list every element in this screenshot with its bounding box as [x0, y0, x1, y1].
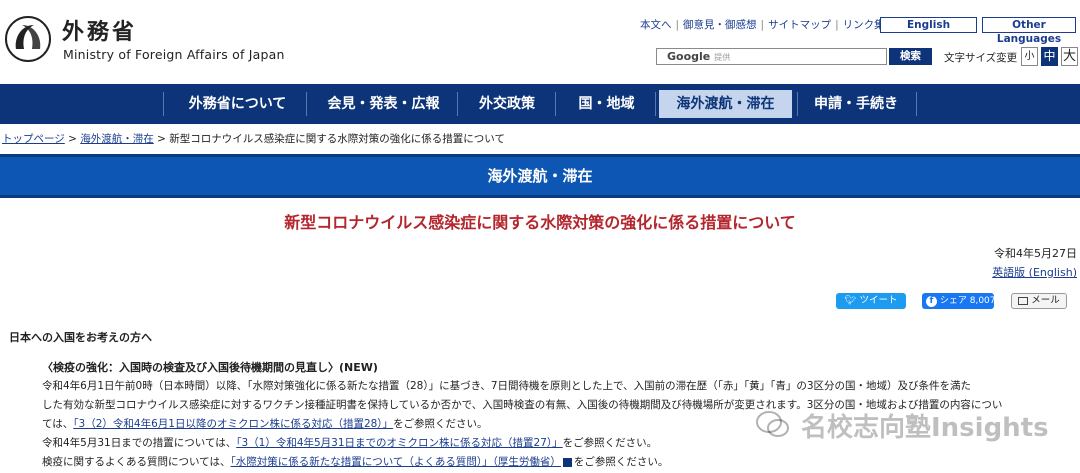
facebook-share-label: シェア 8,007	[939, 296, 994, 306]
nav-item-travel[interactable]: 海外渡航・滞在	[659, 90, 792, 118]
util-separator: |	[675, 18, 680, 31]
twitter-bird-icon: 🐦︎	[844, 295, 857, 306]
nav-separator	[163, 92, 164, 116]
nav-item-policy[interactable]: 外交政策	[462, 90, 552, 118]
util-link-links[interactable]: リンク集	[843, 17, 885, 32]
breadcrumb-current: 新型コロナウイルス感染症に関する水際対策の強化に係る措置について	[169, 133, 505, 145]
nav-item-applications[interactable]: 申請・手続き	[800, 90, 912, 118]
paragraph-text: 令和4年5月31日までの措置については、	[42, 437, 237, 449]
section-banner: 海外渡航・滞在	[0, 154, 1080, 198]
paragraph-text: ては、	[42, 418, 74, 430]
nav-item-about[interactable]: 外務省について	[170, 90, 305, 118]
utility-links: 本文へ | 御意見・御感想 | サイトマップ | リンク集	[640, 17, 885, 32]
util-separator: |	[760, 18, 765, 31]
measures-27-link[interactable]: 「3（1）令和4年5月31日までのオミクロン株に係る対応（措置27）」	[236, 437, 562, 449]
mail-icon	[1018, 296, 1029, 305]
mail-share-button[interactable]: メール	[1011, 293, 1067, 309]
tweet-label: ツイート	[859, 295, 898, 306]
nav-item-regions[interactable]: 国・地域	[560, 90, 653, 118]
external-link-icon	[562, 457, 572, 467]
paragraph-text: をご参照ください。	[573, 456, 669, 468]
paragraph-line: 令和4年6月1日午前0時（日本時間）以降、「水際対策強化に係る新たな措置（28）…	[42, 380, 972, 392]
site-header: 外務省 Ministry of Foreign Affairs of Japan…	[0, 0, 1080, 84]
facebook-icon: f	[926, 296, 937, 307]
mofa-emblem-icon[interactable]	[4, 15, 52, 63]
measures-28-link[interactable]: 「3（2）令和4年6月1日以降のオミクロン株に係る対応（措置28）」	[73, 418, 393, 430]
nav-separator	[306, 92, 307, 116]
watermark: 名校志向塾Insights	[755, 405, 1049, 445]
fontsize-large-button[interactable]: 大	[1061, 47, 1078, 66]
search-input[interactable]: Google 提供	[656, 48, 887, 65]
breadcrumb: トップページ > 海外渡航・滞在 > 新型コロナウイルス感染症に関する水際対策の…	[2, 131, 505, 146]
nav-separator	[916, 92, 917, 116]
util-link-feedback[interactable]: 御意見・御感想	[683, 17, 757, 32]
breadcrumb-section[interactable]: 海外渡航・滞在	[80, 133, 154, 145]
fontsize-label: 文字サイズ変更	[944, 52, 1018, 64]
fontsize-small-button[interactable]: 小	[1021, 47, 1038, 66]
publish-date: 令和4年5月27日	[994, 247, 1077, 260]
facebook-share-button[interactable]: f シェア 8,007	[922, 293, 994, 309]
nav-item-press[interactable]: 会見・発表・広報	[312, 90, 455, 118]
google-brand: Google	[667, 50, 711, 63]
paragraph-text: をご参照ください。	[393, 418, 488, 430]
watermark-text: 名校志向塾Insights	[801, 412, 1049, 443]
breadcrumb-separator: >	[153, 133, 170, 145]
content-section-heading: 〈検疫の強化：入国時の検査及び入国後待機期間の見直し〉(NEW)	[42, 361, 378, 374]
util-separator: |	[835, 18, 839, 31]
paragraph-text: をご参照ください。	[562, 437, 658, 449]
fontsize-medium-button[interactable]: 中	[1041, 47, 1058, 66]
nav-separator	[797, 92, 798, 116]
site-title[interactable]: 外務省	[62, 14, 137, 46]
util-link-sitemap[interactable]: サイトマップ	[768, 17, 831, 32]
other-languages-button[interactable]: Other Languages	[982, 17, 1076, 45]
nav-separator	[655, 92, 656, 116]
paragraph-line: ては、「3（2）令和4年6月1日以降のオミクロン株に係る対応（措置28）」をご参…	[42, 416, 488, 431]
english-button[interactable]: English	[880, 17, 977, 33]
search-provider-label: 提供	[714, 53, 731, 62]
global-nav: 外務省について 会見・発表・広報 外交政策 国・地域 海外渡航・滞在 申請・手続…	[0, 84, 1080, 124]
paragraph-line: 令和4年5月31日までの措置については、「3（1）令和4年5月31日までのオミク…	[42, 435, 657, 450]
breadcrumb-home[interactable]: トップページ	[2, 133, 65, 145]
nav-separator	[457, 92, 458, 116]
search-button[interactable]: 検索	[889, 48, 932, 65]
wechat-icon	[756, 411, 789, 437]
page-title: 新型コロナウイルス感染症に関する水際対策の強化に係る措置について	[284, 213, 796, 232]
nav-separator	[555, 92, 556, 116]
util-link-main[interactable]: 本文へ	[640, 17, 672, 32]
content-subhead: 日本への入国をお考えの方へ	[9, 331, 152, 344]
paragraph-line: 検疫に関するよくある質問については、「水際対策に係る新たな措置について（よくある…	[42, 454, 668, 469]
breadcrumb-separator: >	[64, 133, 81, 145]
faq-link[interactable]: 「水際対策に係る新たな措置について（よくある質問）」（厚生労働省）	[230, 456, 560, 468]
tweet-button[interactable]: 🐦︎ ツイート	[836, 293, 906, 309]
mail-label: メール	[1031, 295, 1060, 306]
site-subtitle[interactable]: Ministry of Foreign Affairs of Japan	[63, 47, 285, 62]
english-version-link[interactable]: 英語版 (English)	[992, 264, 1077, 280]
paragraph-text: 検疫に関するよくある質問については、	[42, 456, 231, 468]
